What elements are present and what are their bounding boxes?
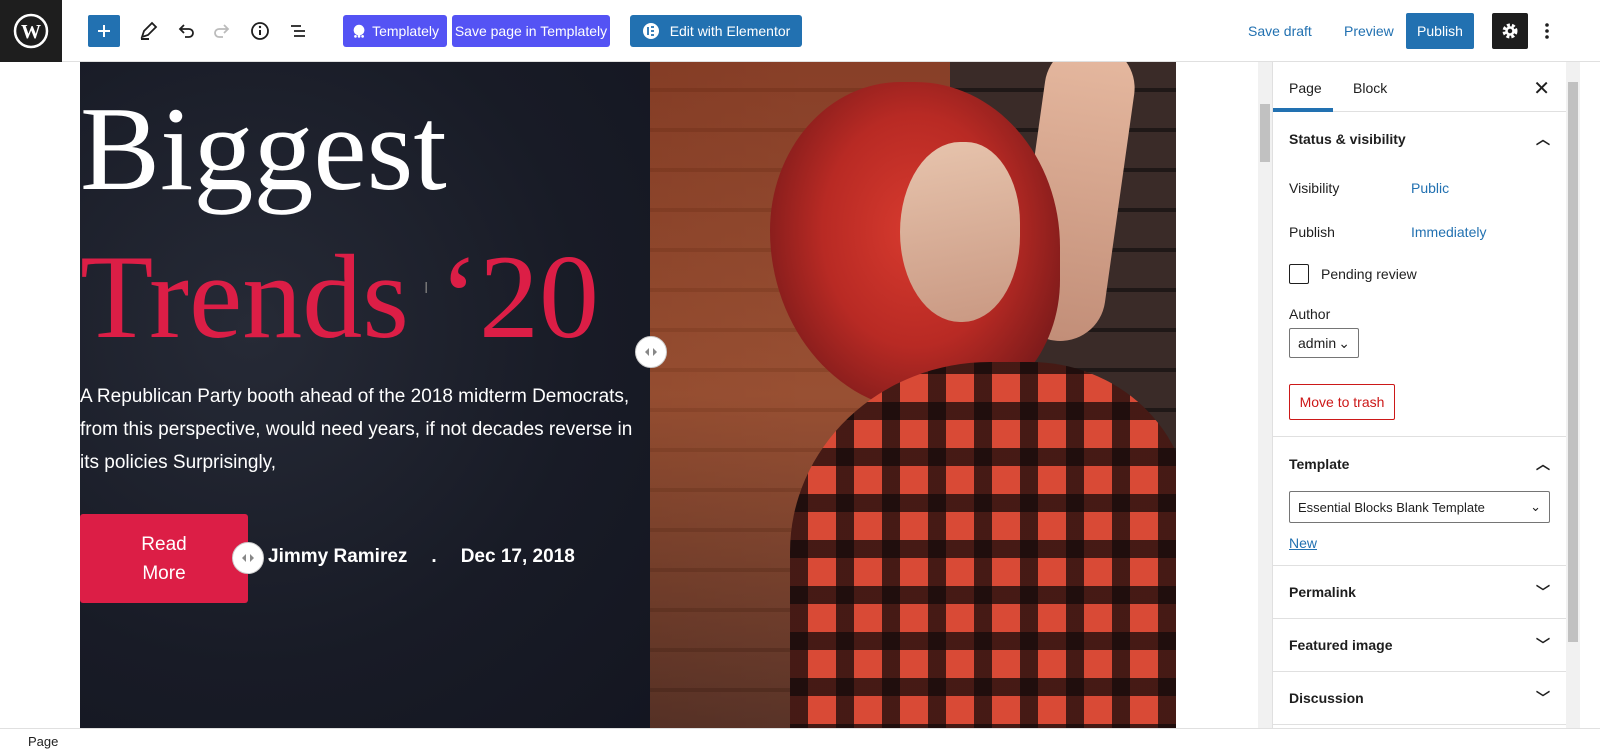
preview-button[interactable]: Preview <box>1344 15 1394 47</box>
author-select[interactable]: admin ⌄ <box>1289 328 1359 358</box>
canvas-scrollbar[interactable] <box>1258 62 1272 728</box>
hero-description[interactable]: A Republican Party booth ahead of the 20… <box>80 380 640 479</box>
author-name: Jimmy Ramirez <box>268 546 408 567</box>
scroll-thumb[interactable] <box>1568 82 1578 642</box>
publish-row: Publish Immediately <box>1273 210 1566 254</box>
templately-label: Templately <box>372 23 439 39</box>
hero-image[interactable] <box>650 62 1176 728</box>
editor-canvas[interactable]: Biggest Trends ‘20 I A Republican Party … <box>0 62 1260 728</box>
column-resize-handle[interactable] <box>635 336 667 368</box>
wordpress-logo-icon[interactable]: W <box>0 0 62 62</box>
pending-review-checkbox[interactable] <box>1289 264 1309 284</box>
chevron-up-icon: ︿ <box>1536 456 1550 472</box>
permalink-panel: Permalink ﹀ <box>1273 566 1566 619</box>
add-block-button[interactable] <box>88 15 120 47</box>
visibility-label: Visibility <box>1289 180 1340 196</box>
redo-icon <box>214 24 230 38</box>
editor-toolbar: W Templately Save page in Templately Edi… <box>0 0 1600 62</box>
hero-section[interactable]: Biggest Trends ‘20 I A Republican Party … <box>80 62 1176 728</box>
move-to-trash-button[interactable]: Move to trash <box>1289 384 1395 420</box>
resize-arrows-icon <box>645 348 657 356</box>
save-draft-button[interactable]: Save draft <box>1248 15 1312 47</box>
templately-button[interactable]: Templately <box>343 15 447 47</box>
list-view-icon <box>291 25 305 37</box>
tab-block[interactable]: Block <box>1353 80 1387 96</box>
chevron-down-icon: ⌄ <box>1338 334 1350 351</box>
redo-button[interactable] <box>206 15 238 47</box>
discussion-panel: Discussion ﹀ <box>1273 672 1566 725</box>
post-date: Dec 17, 2018 <box>460 546 575 567</box>
plus-icon <box>98 25 110 37</box>
undo-icon <box>178 24 194 38</box>
chevron-down-icon: ⌄ <box>1530 499 1541 514</box>
scroll-thumb[interactable] <box>1260 104 1270 162</box>
block-breadcrumb: Page <box>0 728 1600 752</box>
chevron-up-icon: ︿ <box>1536 131 1550 147</box>
templately-icon <box>353 24 365 38</box>
status-visibility-header[interactable]: Status & visibility ︿ <box>1273 112 1566 166</box>
tab-page[interactable]: Page <box>1289 80 1322 96</box>
elementor-icon <box>642 23 659 39</box>
tools-button[interactable] <box>132 15 164 47</box>
visibility-toggle[interactable]: Public <box>1411 180 1449 196</box>
discussion-header[interactable]: Discussion ﹀ <box>1273 672 1566 724</box>
settings-sidebar: Page Block ✕ Status & visibility ︿ Visib… <box>1272 62 1566 728</box>
settings-button[interactable] <box>1492 13 1528 49</box>
text-cursor-icon: I <box>424 280 429 297</box>
chevron-down-icon: ﹀ <box>1536 637 1550 653</box>
options-button[interactable] <box>1538 15 1556 47</box>
panel-title: Status & visibility <box>1289 131 1406 147</box>
template-panel: Template ︿ Essential Blocks Blank Templa… <box>1273 437 1566 566</box>
sidebar-scrollbar[interactable] <box>1566 62 1580 728</box>
template-select[interactable]: Essential Blocks Blank Template ⌄ <box>1289 491 1550 523</box>
read-more-button[interactable]: Read More <box>80 514 248 603</box>
svg-text:W: W <box>21 21 41 43</box>
elementor-label: Edit with Elementor <box>669 23 791 39</box>
info-icon <box>251 22 269 40</box>
breadcrumb-page[interactable]: Page <box>28 734 58 749</box>
image-face <box>900 142 1020 322</box>
hero-headline-line1[interactable]: Biggest <box>80 84 447 214</box>
list-view-button[interactable] <box>282 15 314 47</box>
chevron-down-icon: ﹀ <box>1536 584 1550 600</box>
publish-button[interactable]: Publish <box>1406 13 1474 49</box>
post-meta: Jimmy Ramirez . Dec 17, 2018 <box>268 546 575 568</box>
featured-image-header[interactable]: Featured image ﹀ <box>1273 619 1566 671</box>
resize-arrows-icon <box>242 554 254 562</box>
sidebar-tabs: Page Block ✕ <box>1273 62 1566 112</box>
status-visibility-panel: Status & visibility ︿ Visibility Public … <box>1273 112 1566 437</box>
save-templately-button[interactable]: Save page in Templately <box>452 15 610 47</box>
publish-date-toggle[interactable]: Immediately <box>1411 224 1486 240</box>
image-plaid-shirt <box>790 362 1176 728</box>
panel-title: Template <box>1289 456 1350 472</box>
publish-label: Publish <box>1289 224 1335 240</box>
edit-elementor-button[interactable]: Edit with Elementor <box>630 15 802 47</box>
featured-image-panel: Featured image ﹀ <box>1273 619 1566 672</box>
author-value: admin <box>1298 335 1337 351</box>
template-header[interactable]: Template ︿ <box>1273 437 1566 491</box>
pending-review-option: Pending review <box>1273 254 1566 294</box>
meta-separator: . <box>431 546 437 567</box>
permalink-header[interactable]: Permalink ﹀ <box>1273 566 1566 618</box>
hero-headline-line2[interactable]: Trends ‘20 <box>80 232 599 362</box>
undo-button[interactable] <box>170 15 202 47</box>
pencil-icon <box>140 21 158 40</box>
gear-icon <box>1502 23 1518 39</box>
close-icon[interactable]: ✕ <box>1533 76 1550 101</box>
new-template-link[interactable]: New <box>1289 535 1550 551</box>
template-value: Essential Blocks Blank Template <box>1298 499 1485 515</box>
visibility-row: Visibility Public <box>1273 166 1566 210</box>
panel-title: Discussion <box>1289 690 1364 706</box>
panel-title: Featured image <box>1289 637 1393 653</box>
panel-title: Permalink <box>1289 584 1356 600</box>
more-vertical-icon <box>1545 23 1549 39</box>
author-label: Author <box>1289 306 1331 322</box>
details-button[interactable] <box>244 15 276 47</box>
column-resize-handle[interactable] <box>232 542 264 574</box>
chevron-down-icon: ﹀ <box>1536 690 1550 706</box>
pending-review-label: Pending review <box>1321 266 1417 282</box>
